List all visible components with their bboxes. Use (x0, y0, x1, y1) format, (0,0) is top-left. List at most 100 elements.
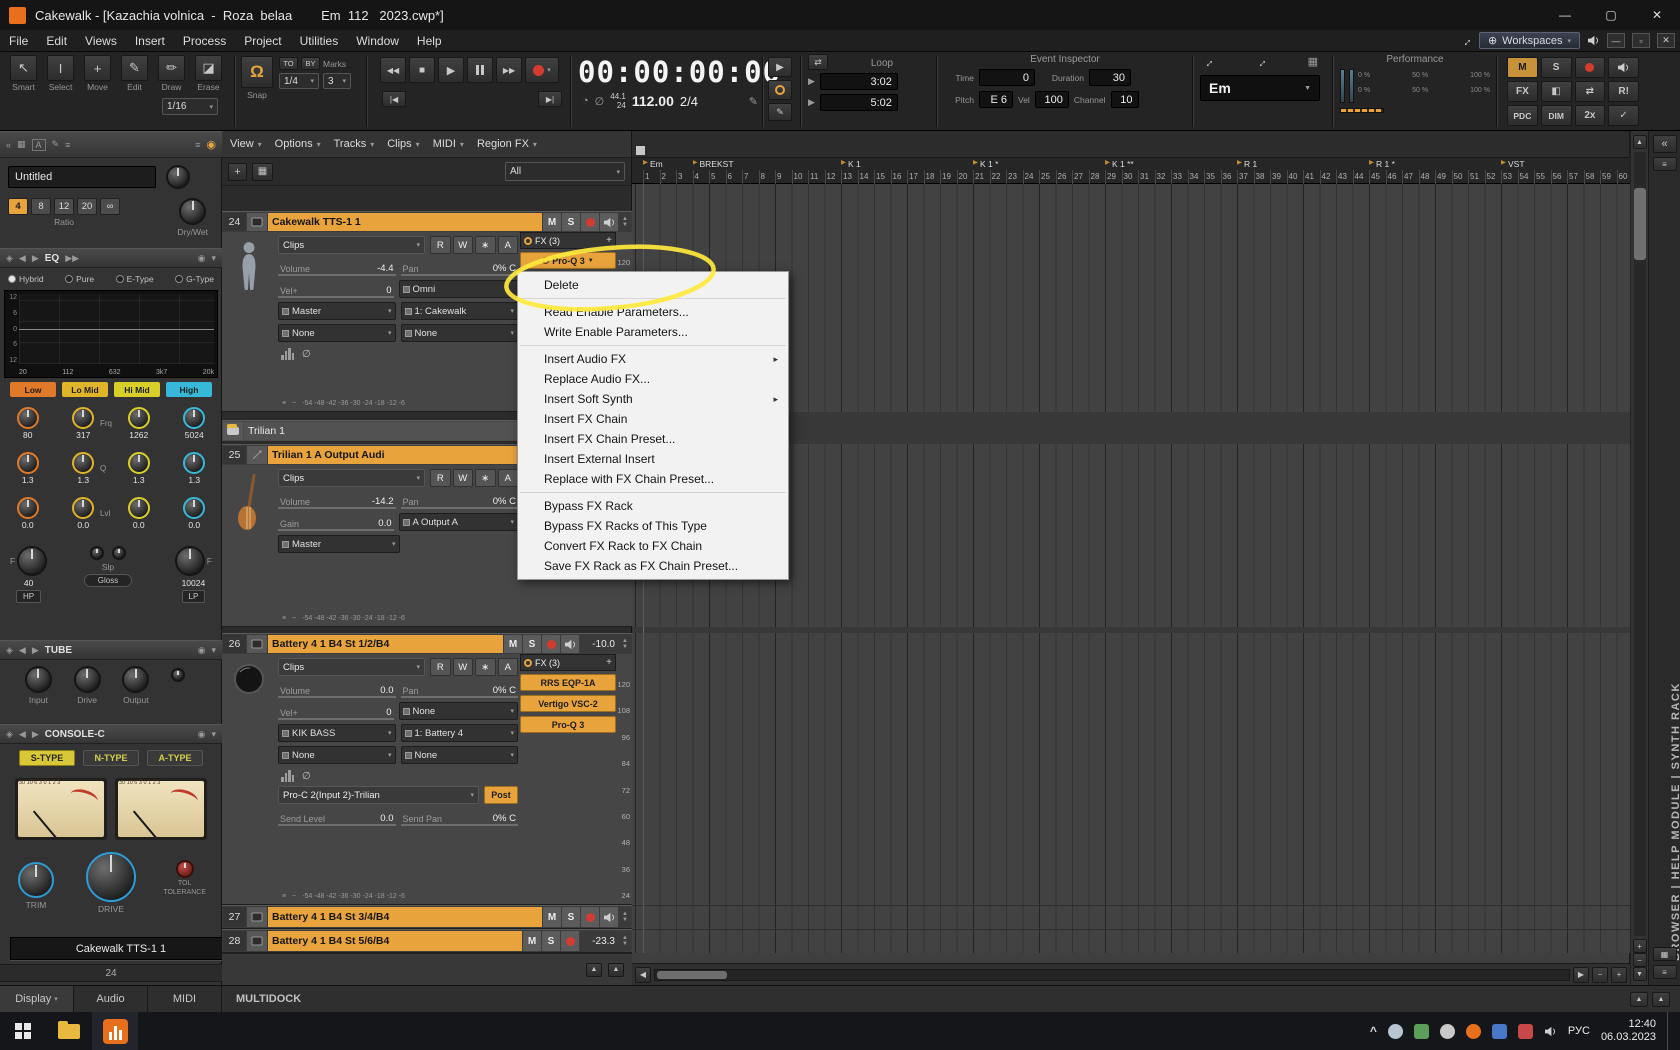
gloss-button[interactable]: Gloss (84, 574, 132, 587)
menu-edit[interactable]: Edit (37, 34, 76, 48)
show-desktop-button[interactable] (1667, 1012, 1672, 1050)
tray-icon-shield[interactable] (1413, 1023, 1429, 1039)
ratio-4-button[interactable]: 4 (8, 198, 28, 215)
timeline-marker[interactable]: K 1 ** (1105, 159, 1134, 169)
tray-icon-cloud[interactable] (1387, 1023, 1403, 1039)
console-a-type-button[interactable]: A-TYPE (147, 750, 203, 766)
edit-icon[interactable]: ✎ (52, 139, 60, 150)
cakewalk-taskbar-button[interactable] (92, 1012, 138, 1050)
tab-audio[interactable]: Audio (74, 986, 148, 1012)
zoom-in-button[interactable]: + (1611, 966, 1627, 983)
file-explorer-button[interactable] (46, 1012, 92, 1050)
menu-project[interactable]: Project (235, 34, 290, 48)
workspaces-dropdown[interactable]: ⊕ Workspaces ▾ (1478, 32, 1580, 49)
automation-read-button[interactable]: R (430, 469, 451, 487)
add-track-button[interactable]: + (228, 162, 247, 181)
mdi-restore-button[interactable]: ▫ (1632, 33, 1650, 48)
tube-drive-knob[interactable] (73, 666, 101, 693)
automation-arm-button[interactable]: A (497, 658, 518, 676)
fx-plugin-proq3[interactable]: Pro-Q 3 ▼ (520, 252, 616, 269)
language-indicator[interactable]: РУС (1568, 1025, 1590, 1037)
menu-file[interactable]: File (0, 34, 37, 48)
eq-type-pure[interactable]: Pure (65, 274, 94, 284)
tube-input-knob[interactable] (24, 666, 52, 693)
close-button[interactable]: ✕ (1634, 0, 1680, 30)
menu-item[interactable]: Delete (518, 275, 788, 295)
move-tool[interactable]: + Move (80, 55, 115, 92)
ratio-8-button[interactable]: 8 (31, 198, 51, 215)
eq-freq-knob[interactable] (16, 407, 39, 429)
zoom-out-button[interactable]: − (1592, 966, 1608, 983)
menu-item[interactable]: Insert FX Chain Preset... (518, 429, 788, 449)
track-name[interactable]: Battery 4 1 B4 St 3/4/B4 (268, 907, 542, 927)
timeline-marker[interactable]: K 1 * (973, 159, 998, 169)
menu-views[interactable]: Views (76, 34, 126, 48)
automation-read-button[interactable]: R (430, 236, 451, 254)
record-arm-button[interactable] (561, 931, 579, 951)
layout-icon[interactable]: ▦ (17, 139, 26, 150)
hamburger-icon[interactable]: ≡ (195, 140, 200, 150)
scroll-down-button[interactable]: ▼ (1632, 967, 1647, 981)
smart-tool[interactable]: ↖ Smart (6, 55, 41, 92)
meter-display[interactable]: 2/4 (680, 94, 698, 109)
phase-icon[interactable]: ∅ (302, 772, 311, 782)
fx-plugin-chip[interactable]: RRS EQP-1A (520, 674, 616, 691)
clips-dropdown[interactable]: Clips ▾ (278, 658, 425, 676)
collapse-icon[interactable]: « (6, 140, 11, 150)
speaker-icon[interactable] (1587, 35, 1600, 46)
draw-tool[interactable]: ✏ Draw (154, 55, 189, 92)
volume-slider[interactable]: Volume -14.2 (278, 491, 396, 509)
snap-toggle-button[interactable]: Ω (241, 56, 273, 88)
input-dropdown[interactable]: None ▾ (398, 702, 518, 720)
solo-button[interactable]: S (562, 907, 580, 927)
menu-insert[interactable]: Insert (126, 34, 174, 48)
mute-button[interactable]: M (523, 931, 541, 951)
meter-options-icon[interactable] (281, 770, 294, 782)
eq-q-knob[interactable] (72, 452, 95, 474)
velocity-offset-slider[interactable]: Vel+ 0 (278, 280, 394, 298)
mdi-minimize-button[interactable]: — (1607, 33, 1625, 48)
record-arm-button[interactable] (581, 907, 599, 927)
timeline-marker[interactable]: R 1 * (1369, 159, 1395, 169)
ratio-20-button[interactable]: 20 (77, 198, 97, 215)
menu-item[interactable]: Replace with FX Chain Preset... (518, 469, 788, 489)
inspector-channel-value[interactable]: 10 (1110, 91, 1139, 108)
inspector-time-value[interactable]: 0 (979, 69, 1035, 86)
automation-write-button[interactable]: W (452, 658, 473, 676)
send-2-dropdown[interactable]: None ▾ (400, 324, 518, 342)
send-level-slider[interactable]: Send Level 0.0 (278, 808, 396, 826)
track-name[interactable]: Battery 4 1 B4 St 5/6/B4 (268, 931, 522, 951)
menu-item[interactable]: Replace Audio FX... (518, 369, 788, 389)
track-name[interactable]: Battery 4 1 B4 St 1/2/B4 (268, 635, 503, 653)
global-mute-button[interactable]: M (1507, 57, 1538, 78)
ratio-inf-button[interactable]: ∞ (100, 198, 120, 215)
float-window-icon[interactable]: ↔ (1457, 31, 1475, 49)
meter-options-icon[interactable] (281, 348, 294, 360)
auto-icon[interactable]: A (31, 138, 46, 151)
tolerance-knob[interactable] (175, 860, 194, 878)
menu-window[interactable]: Window (347, 34, 408, 48)
automation-snapshot-button[interactable]: ∗ (475, 236, 496, 254)
draw-tool-icon[interactable]: ✏ (158, 55, 185, 81)
console-n-type-button[interactable]: N-TYPE (83, 750, 139, 766)
clips-dropdown[interactable]: Clips ▾ (278, 236, 425, 254)
tube-power-icon[interactable]: ◉ (198, 645, 206, 656)
key-dropdown[interactable]: Em ▼ (1200, 75, 1320, 101)
pan-slider[interactable]: Pan 0% C (400, 258, 518, 276)
folder-icon[interactable] (223, 422, 243, 440)
options-menu[interactable]: Options (275, 138, 321, 150)
input-echo-button[interactable] (561, 635, 579, 653)
tray-icon-app3[interactable] (1517, 1023, 1533, 1039)
select-tool-icon[interactable]: I (47, 55, 74, 81)
fx-plugin-chip[interactable]: Pro-Q 3 (520, 716, 616, 733)
lp-freq-knob[interactable] (174, 546, 205, 576)
zoom-out-tool-icon[interactable]: ↔ (1252, 53, 1270, 71)
eq-q-knob[interactable] (183, 452, 206, 474)
draw-resolution-dropdown[interactable]: 1/16 ▾ (162, 98, 218, 115)
multidock-bar[interactable]: MULTIDOCK ▲ ▲ (222, 985, 1680, 1012)
eq-band-button[interactable]: Low (10, 382, 56, 397)
drive-knob[interactable] (86, 852, 136, 902)
now-time-marker[interactable] (636, 146, 645, 155)
fx-rack-header[interactable]: FX (3) + (520, 232, 616, 249)
tray-icon-bandlab[interactable] (1465, 1023, 1481, 1039)
